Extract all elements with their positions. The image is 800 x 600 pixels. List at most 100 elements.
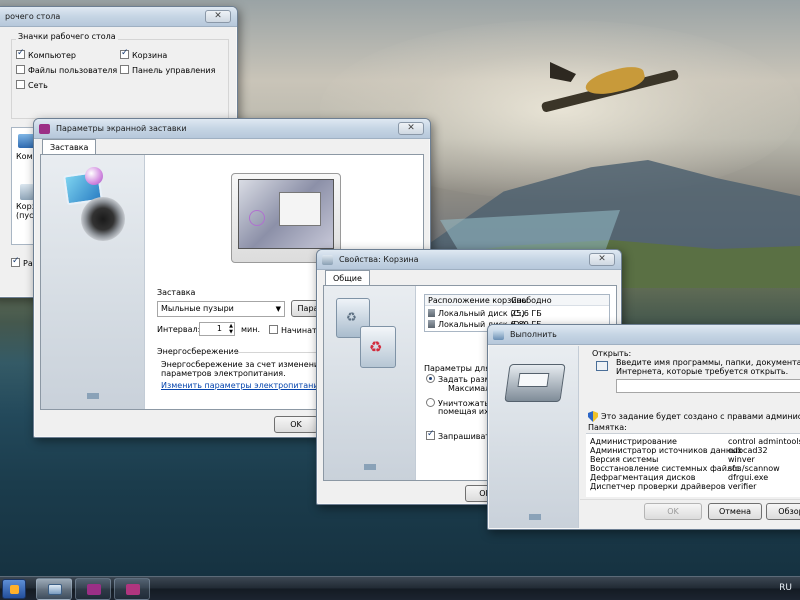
admin-note: Это задание будет создано с правами адми… — [601, 412, 800, 421]
checkbox-label: Сеть — [28, 81, 48, 90]
start-button[interactable] — [2, 579, 26, 599]
power-text-line-2: параметров электропитания. — [161, 369, 286, 378]
list-item-cmd: dfrgui.exe — [728, 473, 769, 482]
list-item: Версия системы — [590, 455, 659, 464]
window-title: рочего стола — [5, 12, 61, 21]
desktop-icons-group: Значки рабочего стола Компьютер Корзина … — [11, 32, 229, 119]
window-title: Параметры экранной заставки — [56, 124, 187, 133]
recycle-bin-icon[interactable] — [20, 184, 34, 200]
close-button[interactable]: ✕ — [398, 122, 424, 135]
list-item: Администрирование — [590, 437, 677, 446]
run-dialog-titlebar[interactable]: Выполнить — [488, 325, 800, 345]
screensaver-titlebar[interactable]: Параметры экранной заставки ✕ — [34, 119, 430, 139]
checkbox-box[interactable] — [269, 325, 278, 334]
close-button[interactable]: ✕ — [589, 253, 615, 266]
interval-stepper[interactable]: 1 ▲ ▼ — [199, 322, 235, 336]
camera-lens-icon — [81, 197, 125, 241]
table-header: Расположение корзины Свободно — [425, 295, 609, 306]
ok-button[interactable]: OK — [274, 416, 318, 433]
watermark-icon — [529, 514, 541, 520]
run-icon — [48, 584, 62, 595]
table-row[interactable]: Локальный диск (C:) 25,6 ГБ — [425, 308, 609, 319]
checkbox-box[interactable] — [11, 256, 20, 267]
interval-value: 1 — [216, 324, 222, 333]
hard-drive-icon — [428, 320, 435, 328]
screensaver-icon — [39, 124, 50, 134]
taskbar-button-run[interactable] — [36, 578, 72, 600]
chevron-down-icon: ▼ — [275, 305, 281, 313]
ok-button[interactable]: OK — [644, 503, 702, 520]
preview-window-thumb — [279, 192, 321, 226]
window-title: Выполнить — [510, 330, 557, 339]
checkbox-box[interactable] — [16, 80, 25, 89]
stepper-arrows-icon[interactable]: ▲ ▼ — [229, 323, 233, 335]
list-item-cmd: winver — [728, 455, 755, 464]
checkbox-box[interactable] — [16, 65, 25, 74]
checkbox-network[interactable]: Сеть — [16, 80, 48, 90]
interval-label: Интервал: — [157, 325, 201, 334]
screensaver-select[interactable]: Мыльные пузыри ▼ — [157, 301, 285, 317]
list-item-cmd: odbcad32 — [728, 446, 768, 455]
run-hint-icon — [596, 361, 608, 371]
run-hint-line-2: Интернета, которые требуется открыть. — [616, 367, 789, 376]
radio-button[interactable] — [426, 374, 435, 383]
desktop-icons-titlebar[interactable]: рочего стола ✕ — [0, 7, 237, 27]
bubbles-icon — [85, 167, 103, 185]
checkbox-box[interactable] — [120, 48, 129, 59]
list-item-cmd: verifier — [728, 482, 757, 491]
taskbar-button-screensaver[interactable] — [75, 578, 111, 600]
checkbox-recycle-bin[interactable]: Корзина — [120, 48, 167, 60]
memo-list: Администрирование control admintools Адм… — [586, 433, 800, 497]
recycle-symbol-icon: ♻ — [346, 310, 357, 324]
checkbox-label: Компьютер — [28, 51, 76, 60]
browse-button[interactable]: Обзор — [766, 503, 800, 520]
preview-bubble — [249, 210, 265, 226]
run-command-input[interactable] — [616, 379, 800, 393]
run-dialog-window[interactable]: Выполнить Открыть: Введите имя программы… — [487, 324, 800, 530]
admin-shield-icon — [588, 411, 598, 422]
power-group-title: Энергосбережение — [157, 347, 239, 356]
checkbox-label: Панель управления — [132, 66, 216, 75]
checkbox-box[interactable] — [426, 429, 435, 440]
checkbox-box[interactable] — [16, 48, 25, 59]
checkbox-box[interactable] — [120, 65, 129, 74]
radio-button[interactable] — [426, 398, 435, 407]
screensaver-camera-icon — [63, 167, 125, 245]
group-title: Значки рабочего стола — [16, 32, 118, 41]
recycle-bin-small-icon — [322, 255, 333, 265]
screensaver-group-title: Заставка — [157, 288, 196, 297]
tab-strip: Общие — [325, 270, 405, 286]
checkbox-label: Файлы пользователя — [28, 66, 118, 75]
wallpaper-airplane — [540, 50, 680, 130]
recycle-bin-titlebar[interactable]: Свойства: Корзина ✕ — [317, 250, 621, 270]
personalization-icon — [126, 584, 140, 595]
tab-screensaver[interactable]: Заставка — [42, 139, 97, 155]
language-indicator[interactable]: RU — [779, 583, 792, 593]
power-settings-link[interactable]: Изменить параметры электропитания... — [161, 381, 331, 390]
cancel-button[interactable]: Отмена — [708, 503, 762, 520]
desktop-wallpaper: рочего стола ✕ Значки рабочего стола Ком… — [0, 0, 800, 576]
airplane-tail — [550, 62, 576, 82]
run-side-art — [489, 346, 579, 528]
close-button[interactable]: ✕ — [205, 10, 231, 23]
screensaver-side-art — [41, 155, 145, 409]
recycle-red-symbol-icon: ♻ — [369, 338, 383, 356]
row-free: 25,6 ГБ — [511, 309, 542, 318]
start-orb-icon — [10, 585, 19, 594]
checkbox-user-files[interactable]: Файлы пользователя — [16, 65, 117, 75]
tab-strip: Заставка — [42, 139, 142, 155]
checkbox-control-panel[interactable]: Панель управления — [120, 65, 215, 75]
column-header-free[interactable]: Свободно — [511, 296, 552, 305]
list-item: Дефрагментация дисков — [590, 473, 696, 482]
window-title: Свойства: Корзина — [339, 255, 419, 264]
monitor-screen — [238, 179, 334, 249]
taskbar: RU — [0, 576, 800, 600]
list-item: Диспетчер проверки драйверов — [590, 482, 726, 491]
taskbar-button-personalization[interactable] — [114, 578, 150, 600]
tab-general[interactable]: Общие — [325, 270, 370, 286]
hard-drive-icon — [428, 309, 435, 317]
watermark-icon — [87, 393, 99, 399]
run-icon — [493, 330, 504, 340]
checkbox-computer[interactable]: Компьютер — [16, 48, 76, 60]
list-item-cmd: control admintools — [728, 437, 800, 446]
